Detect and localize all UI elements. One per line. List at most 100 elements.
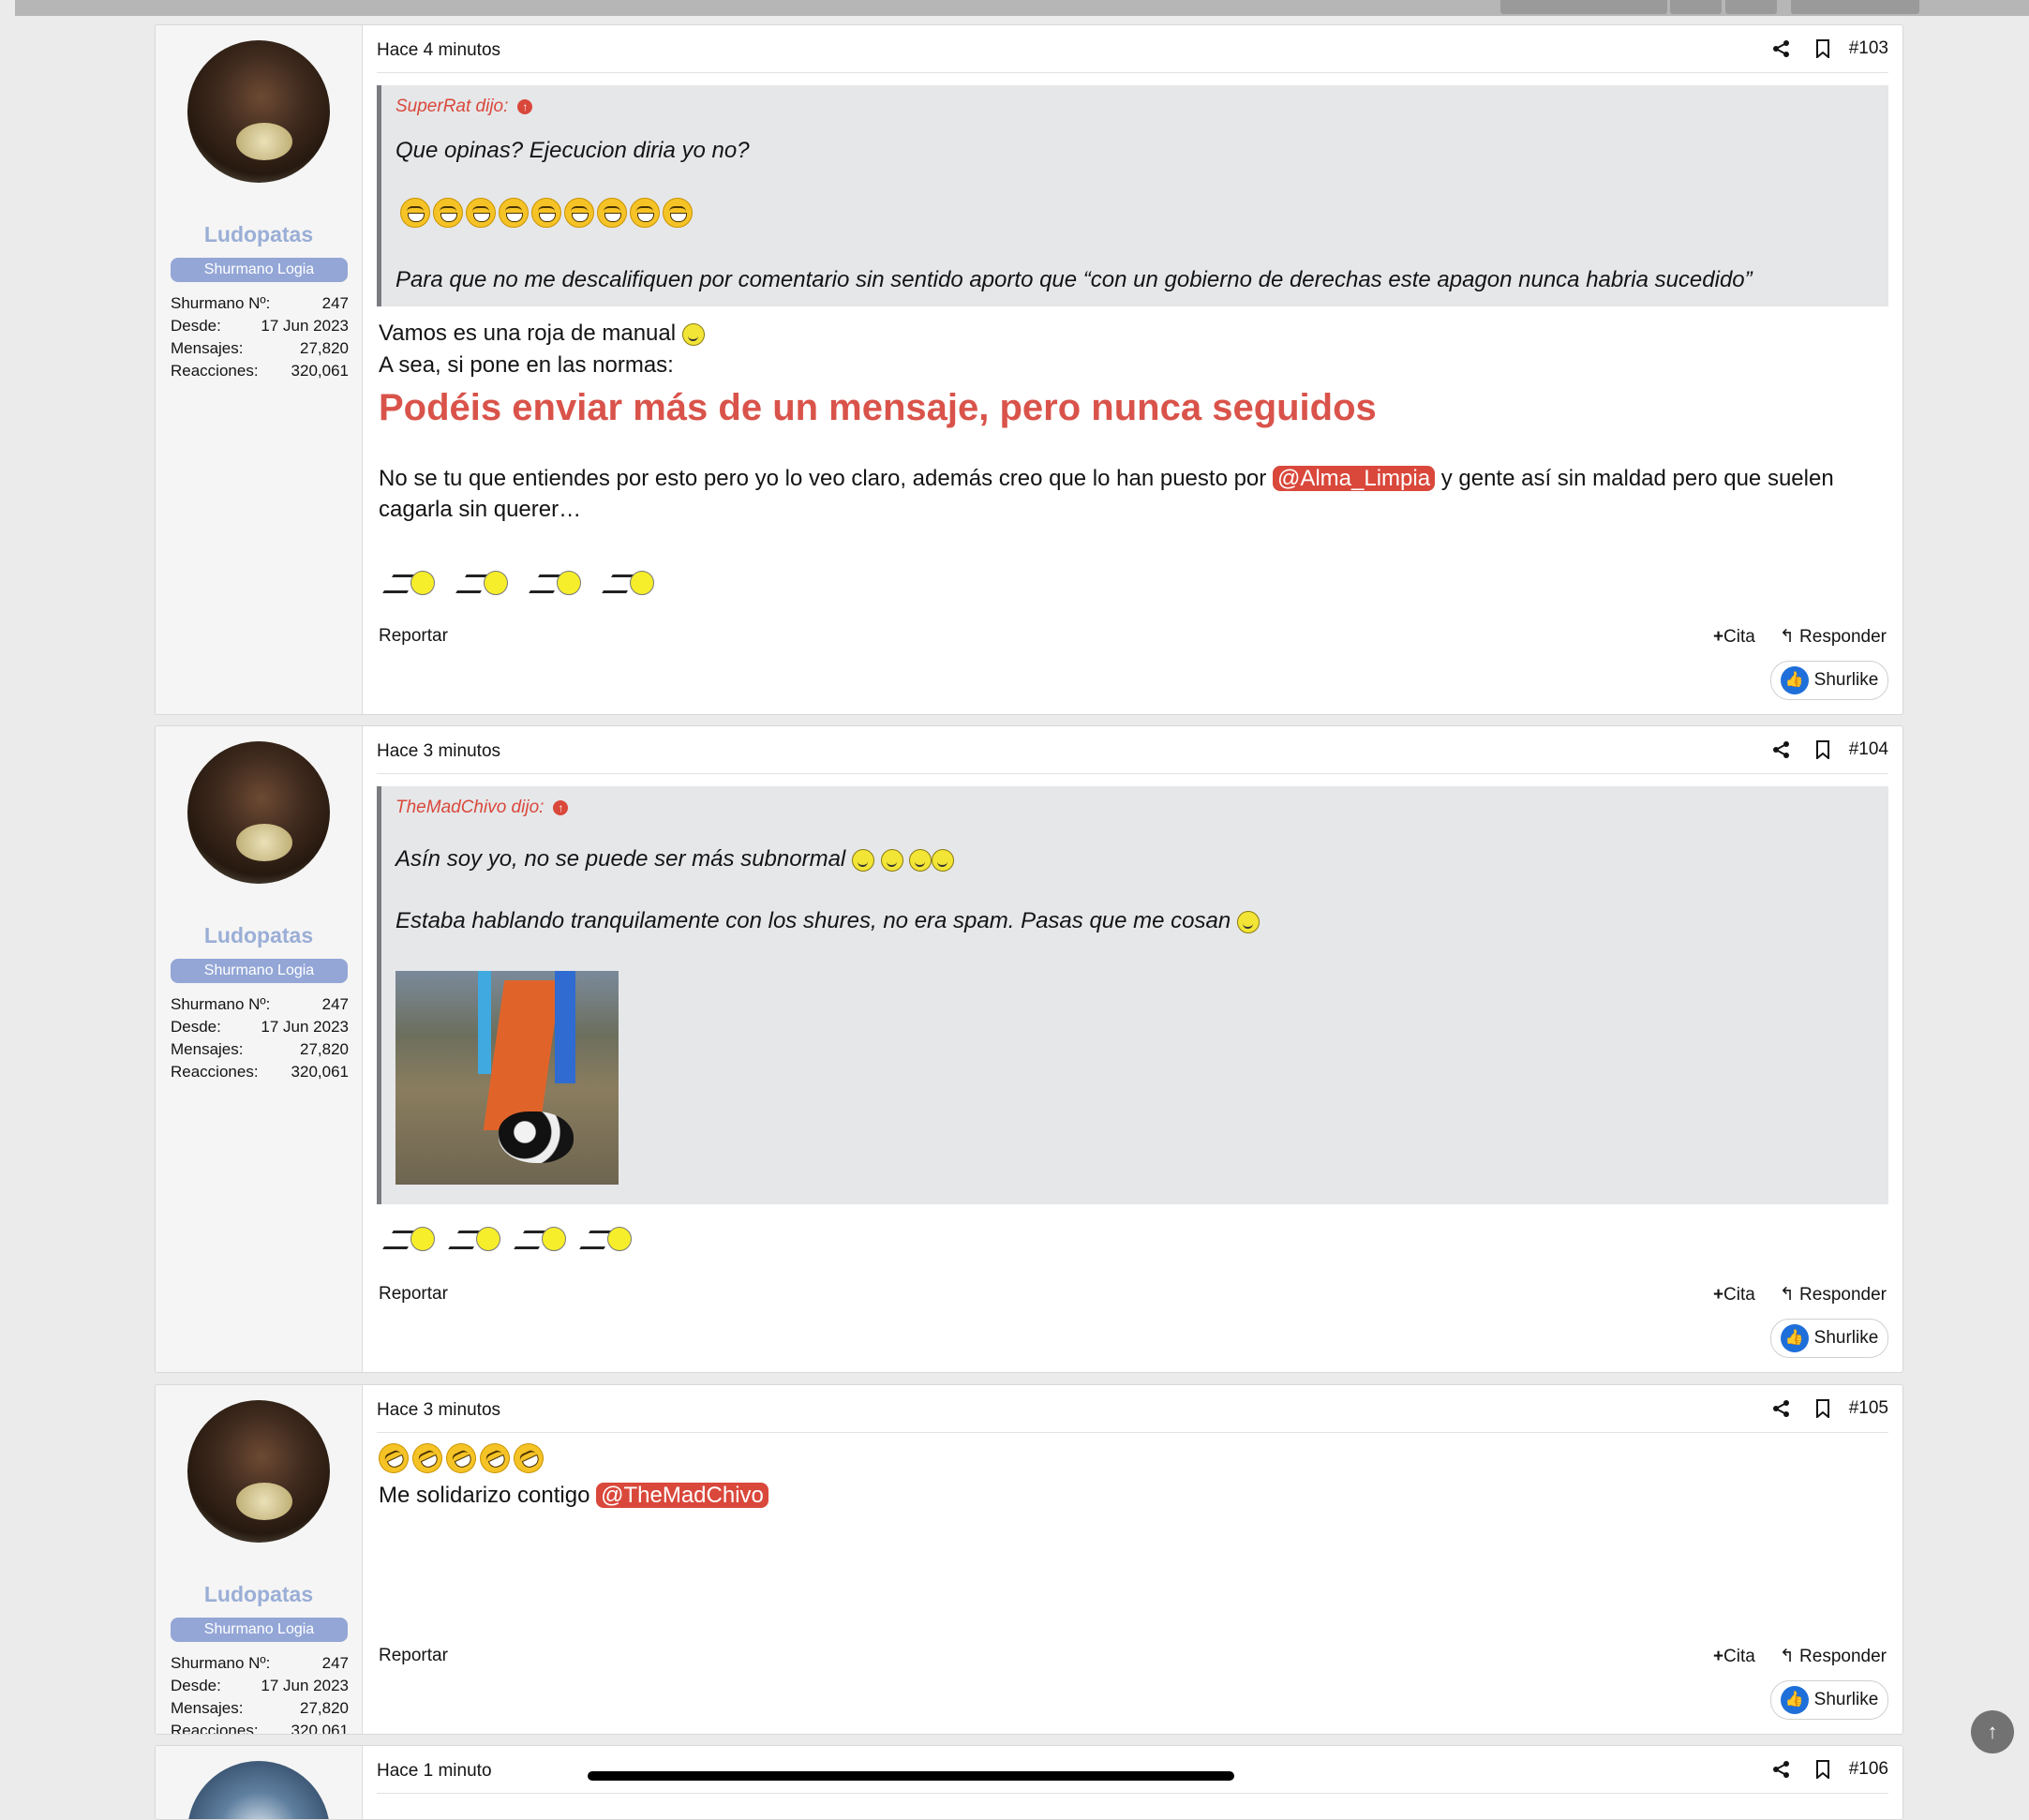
laughing-emoji-icon xyxy=(597,198,627,228)
rofl-emoji-icon xyxy=(474,1438,515,1479)
smiley-icon xyxy=(851,848,874,872)
stat-row-number: Shurmano Nº: 247 xyxy=(171,995,349,1013)
plus-icon: + xyxy=(1712,626,1724,647)
clapping-smiley-icon xyxy=(514,1225,566,1253)
user-avatar[interactable] xyxy=(187,1761,330,1819)
post-time[interactable]: Hace 3 minutos xyxy=(377,741,500,762)
rofl-emoji-row xyxy=(373,1438,549,1479)
username[interactable]: Ludopatas xyxy=(156,1582,362,1607)
stat-row-since: Desde: 17 Jun 2023 xyxy=(171,317,349,335)
bookmark-icon[interactable] xyxy=(1815,1399,1830,1418)
quote-button[interactable]: + Cita xyxy=(1713,1284,1755,1305)
thumbs-up-icon: 👍 xyxy=(1780,1324,1809,1352)
smiley-icon xyxy=(1236,910,1260,933)
reply-button[interactable]: ↰ Responder xyxy=(1780,1284,1887,1305)
smiley-row xyxy=(382,569,654,597)
clapping-smiley-icon xyxy=(602,569,654,597)
smiley-icon xyxy=(909,848,932,872)
reply-button[interactable]: ↰ Responder xyxy=(1780,1646,1887,1667)
like-button[interactable]: 👍 Shurlike xyxy=(1770,661,1888,700)
arrow-up-icon[interactable]: ↑ xyxy=(553,800,569,815)
clapping-smiley-icon xyxy=(382,1225,435,1253)
quote-block: SuperRat dijo: ↑ Que opinas? Ejecucion di… xyxy=(377,85,1888,306)
share-icon[interactable] xyxy=(1772,39,1791,58)
post-number[interactable]: #104 xyxy=(1849,739,1888,760)
post-time[interactable]: Hace 1 minuto xyxy=(377,1761,492,1782)
user-role-badge: Shurmano Logia xyxy=(171,258,348,282)
laughing-emoji-icon xyxy=(630,198,660,228)
quote-button[interactable]: + Cita xyxy=(1713,1646,1755,1667)
share-icon[interactable] xyxy=(1772,1399,1791,1418)
nav-tab-fragment[interactable] xyxy=(1791,0,1919,14)
nav-tab-fragment[interactable] xyxy=(1670,0,1722,14)
scroll-to-top-button[interactable]: ↑ xyxy=(1971,1710,2014,1753)
stat-row-messages: Mensajes: 27,820 xyxy=(171,1040,349,1058)
quote-text: Que opinas? Ejecucion diria yo no? xyxy=(395,138,750,163)
user-stats: Shurmano Nº: 247 Desde: 17 Jun 2023 Mensaj… xyxy=(171,1652,349,1734)
post-header: Hace 1 minuto #106 xyxy=(377,1746,1888,1794)
user-mention-link[interactable]: @Alma_Limpia xyxy=(1272,466,1436,491)
quote-text: Para que no me descalifiquen por comenta… xyxy=(395,267,1753,292)
plus-icon: + xyxy=(1712,1284,1724,1305)
post-number[interactable]: #103 xyxy=(1849,38,1888,59)
username[interactable]: Ludopatas xyxy=(156,923,362,948)
reply-icon: ↰ xyxy=(1779,1647,1800,1666)
reply-icon: ↰ xyxy=(1779,627,1800,647)
laughing-emoji-row xyxy=(400,198,693,228)
share-icon[interactable] xyxy=(1772,740,1791,759)
quoted-gif-image[interactable] xyxy=(395,971,619,1185)
nav-tab-fragment[interactable] xyxy=(1725,0,1777,14)
post-104: Ludopatas Shurmano Logia Shurmano Nº: 247… xyxy=(155,725,1903,1373)
laughing-emoji-icon xyxy=(499,198,529,228)
rofl-emoji-icon xyxy=(407,1438,448,1479)
stat-row-since: Desde: 17 Jun 2023 xyxy=(171,1018,349,1036)
post-number[interactable]: #105 xyxy=(1849,1398,1888,1419)
user-mention-link[interactable]: @TheMadChivo xyxy=(596,1483,768,1508)
home-indicator xyxy=(588,1771,1234,1781)
quote-text: Asín soy yo, no se puede ser más subnorm… xyxy=(395,846,955,873)
laughing-emoji-icon xyxy=(400,198,430,228)
post-103: Ludopatas Shurmano Logia Shurmano Nº: 247… xyxy=(155,24,1903,715)
bookmark-icon[interactable] xyxy=(1815,1760,1830,1779)
arrow-up-icon: ↑ xyxy=(1987,1720,1998,1743)
share-icon[interactable] xyxy=(1772,1760,1791,1779)
post-time[interactable]: Hace 4 minutos xyxy=(377,40,500,61)
quote-author[interactable]: TheMadChivo dijo: ↑ xyxy=(395,798,569,818)
post-body-paragraph: No se tu que entiendes por esto pero yo … xyxy=(379,466,1834,522)
clapping-smiley-icon xyxy=(529,569,581,597)
stat-row-reactions: Reacciones: 320,061 xyxy=(171,1063,349,1081)
stat-row-since: Desde: 17 Jun 2023 xyxy=(171,1677,349,1694)
nav-tab-fragment[interactable] xyxy=(1500,0,1667,14)
report-link[interactable]: Reportar xyxy=(379,1284,448,1305)
smiley-icon xyxy=(932,848,955,872)
user-sidebar: Ludopatas Shurmano Logia Shurmano Nº: 247… xyxy=(156,25,363,714)
user-role-badge: Shurmano Logia xyxy=(171,1618,348,1642)
username[interactable]: Ludopatas xyxy=(156,222,362,247)
user-sidebar xyxy=(156,1746,363,1819)
laughing-emoji-icon xyxy=(663,198,693,228)
quote-button[interactable]: + Cita xyxy=(1713,626,1755,648)
stat-row-number: Shurmano Nº: 247 xyxy=(171,1654,349,1672)
bookmark-icon[interactable] xyxy=(1815,740,1830,759)
arrow-up-icon[interactable]: ↑ xyxy=(517,99,533,114)
user-avatar[interactable] xyxy=(187,1400,330,1543)
user-avatar[interactable] xyxy=(187,40,330,183)
user-avatar[interactable] xyxy=(187,741,330,884)
report-link[interactable]: Reportar xyxy=(379,1646,448,1666)
thumbs-up-icon: 👍 xyxy=(1780,666,1809,694)
quote-author[interactable]: SuperRat dijo: ↑ xyxy=(395,97,533,117)
post-header: Hace 4 minutos #103 xyxy=(377,25,1888,73)
plus-icon: + xyxy=(1712,1646,1724,1666)
post-time[interactable]: Hace 3 minutos xyxy=(377,1400,500,1421)
post-number[interactable]: #106 xyxy=(1849,1759,1888,1780)
smiley-icon xyxy=(681,322,705,346)
stat-row-messages: Mensajes: 27,820 xyxy=(171,339,349,357)
highlighted-rule-text: Podéis enviar más de un mensaje, pero nu… xyxy=(379,387,1377,428)
bookmark-icon[interactable] xyxy=(1815,39,1830,58)
like-button[interactable]: 👍 Shurlike xyxy=(1770,1680,1888,1720)
reply-button[interactable]: ↰ Responder xyxy=(1780,626,1887,648)
like-button[interactable]: 👍 Shurlike xyxy=(1770,1319,1888,1358)
trophy-smiley-icon xyxy=(880,848,903,872)
report-link[interactable]: Reportar xyxy=(379,626,448,647)
quote-block: TheMadChivo dijo: ↑ Asín soy yo, no se pu… xyxy=(377,786,1888,1204)
